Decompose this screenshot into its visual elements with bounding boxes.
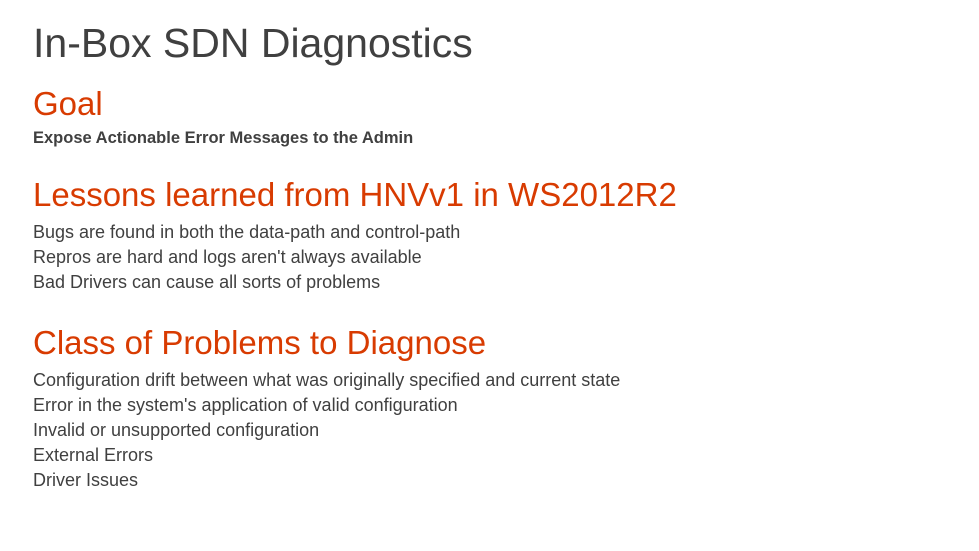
section-goal: Goal Expose Actionable Error Messages to… bbox=[33, 85, 946, 148]
body-line: External Errors bbox=[33, 443, 946, 468]
section-body-class: Configuration drift between what was ori… bbox=[33, 368, 946, 494]
body-line: Invalid or unsupported configuration bbox=[33, 418, 946, 443]
section-heading-lessons: Lessons learned from HNVv1 in WS2012R2 bbox=[33, 176, 946, 214]
section-body-lessons: Bugs are found in both the data-path and… bbox=[33, 220, 946, 296]
body-line: Configuration drift between what was ori… bbox=[33, 368, 946, 393]
body-line: Repros are hard and logs aren't always a… bbox=[33, 245, 946, 270]
section-heading-class: Class of Problems to Diagnose bbox=[33, 324, 946, 362]
section-lessons: Lessons learned from HNVv1 in WS2012R2 B… bbox=[33, 176, 946, 296]
body-line: Error in the system's application of val… bbox=[33, 393, 946, 418]
body-line: Driver Issues bbox=[33, 468, 946, 493]
body-line: Bugs are found in both the data-path and… bbox=[33, 220, 946, 245]
body-line: Bad Drivers can cause all sorts of probl… bbox=[33, 270, 946, 295]
section-heading-goal: Goal bbox=[33, 85, 946, 123]
section-class: Class of Problems to Diagnose Configurat… bbox=[33, 324, 946, 494]
slide-title: In-Box SDN Diagnostics bbox=[33, 20, 946, 67]
section-subtitle-goal: Expose Actionable Error Messages to the … bbox=[33, 129, 946, 148]
